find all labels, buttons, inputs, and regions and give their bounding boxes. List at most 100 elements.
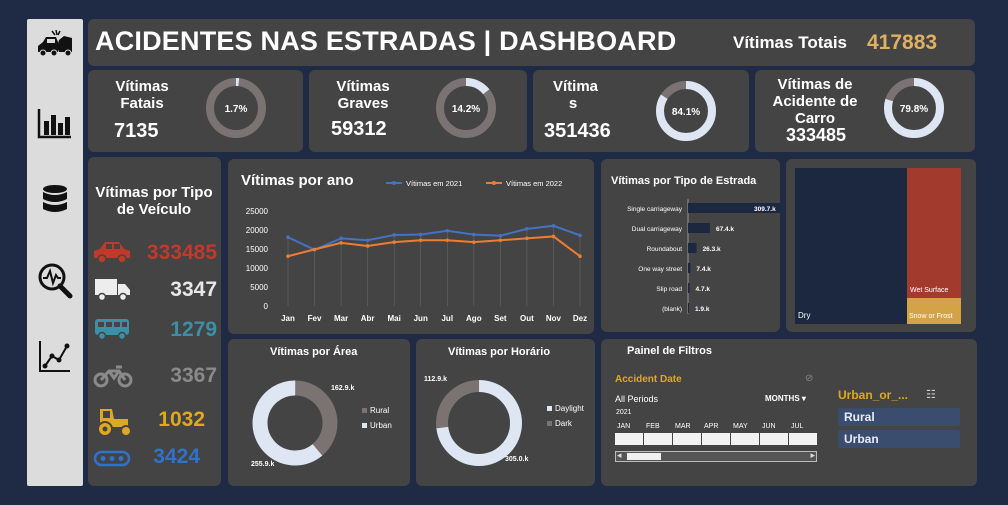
timeline-scrollbar[interactable]: ◂ ▸ — [615, 450, 817, 462]
scroll-left-icon[interactable]: ◂ — [617, 450, 622, 461]
road-type-chart: Vítimas por Tipo de Estrada Single carria… — [611, 175, 780, 314]
legend-label: Dark — [555, 419, 573, 428]
series-line-2 — [287, 235, 581, 258]
road-value-label: 1.9.k — [695, 306, 710, 313]
slicer-title: Urban_or_... — [838, 388, 909, 402]
series-point — [365, 244, 370, 248]
line-chart-icon[interactable] — [35, 336, 75, 376]
kpi-value-fatal: 7135 — [114, 120, 159, 142]
x-tick-label: Ago — [466, 314, 482, 323]
timeline-month-bar[interactable] — [673, 433, 701, 445]
series-point — [418, 232, 423, 237]
x-tick-label: Jul — [441, 314, 453, 323]
donut-value-label: 112.9.k — [424, 376, 447, 383]
road-bar — [688, 223, 710, 233]
series-point — [498, 233, 503, 238]
series-point — [339, 236, 343, 241]
legend-label: Vítimas em 2021 — [406, 179, 462, 188]
legend-label: Urban — [370, 421, 392, 430]
timeline-month-label: FEB — [646, 423, 660, 430]
treemap-snow[interactable]: Snow or Frost — [907, 298, 961, 324]
kpi-percent-car: 79.8% — [900, 104, 928, 115]
legend-swatch — [547, 421, 552, 426]
timeline-month-label: MAR — [675, 423, 691, 430]
kpi-value-minor: 351436 — [544, 120, 611, 142]
road-bar — [688, 283, 690, 293]
database-icon[interactable] — [35, 181, 75, 221]
series-point — [472, 232, 476, 237]
vehicle-value-other: 3424 — [153, 445, 200, 468]
timeline-unit-dropdown[interactable]: MONTHS ▾ — [765, 394, 806, 403]
legend-swatch — [362, 408, 367, 413]
timeline-unit-label: MONTHS — [765, 394, 800, 403]
legend-label: Vítimas em 2022 — [506, 179, 562, 188]
donut-value-label: 305.0.k — [505, 456, 528, 463]
kpi-donut-car: 79.8% — [884, 78, 944, 138]
scrollbar-thumb[interactable] — [627, 453, 661, 460]
timeline-month-bar[interactable] — [760, 433, 788, 445]
kpi-donut-minor: 84.1% — [656, 81, 716, 141]
timeline-month-label: JUN — [762, 423, 776, 430]
series-point — [551, 224, 556, 228]
series-point — [392, 240, 396, 244]
road-category-label: (blank) — [662, 306, 682, 313]
legend-swatch — [547, 406, 552, 411]
road-value-label: 67.4.k — [716, 226, 734, 233]
slicer-item-rural[interactable]: Rural — [838, 408, 960, 426]
kpi-label-fatal: Vítimas Fatais — [115, 78, 169, 112]
series-point — [578, 254, 582, 259]
line-chart: Vítimas por ano 0 5000 10000 15000 20000 25000… — [241, 172, 587, 323]
scroll-right-icon[interactable]: ▸ — [810, 450, 815, 461]
x-tick-label: Nov — [546, 314, 562, 323]
y-tick-label: 0 — [264, 302, 269, 311]
donut-title: Vítimas por Área — [270, 345, 358, 358]
kpi-label-minor: Vítima s — [553, 78, 599, 112]
timeline-clear-filter-icon[interactable]: ⊘ — [805, 373, 813, 384]
vehicle-row-other: 3424 — [92, 442, 217, 472]
series-point — [392, 233, 396, 237]
timeline-month-bar[interactable] — [615, 433, 643, 445]
timeline-month-label: JAN — [617, 423, 631, 430]
road-bar — [688, 243, 697, 253]
y-tick-label: 15000 — [246, 245, 269, 254]
vehicle-row-tractor: 1032 — [92, 405, 217, 437]
treemap-dry[interactable]: Dry — [795, 168, 907, 324]
vehicle-value-bus: 1279 — [170, 318, 217, 341]
slicer-item-urban[interactable]: Urban — [838, 430, 960, 448]
road-value-label: 7.4.k — [696, 266, 711, 273]
vehicle-value-motorcycle: 3367 — [170, 364, 217, 387]
timeline-month-bar[interactable] — [702, 433, 730, 445]
donut-value-label: 255.9.k — [251, 461, 274, 468]
treemap-wet[interactable]: Wet Surface — [907, 168, 961, 298]
timeline-month-bar[interactable] — [789, 433, 817, 445]
x-tick-label: Mar — [334, 314, 348, 323]
bar-chart-icon[interactable] — [35, 103, 75, 143]
y-tick-label: 10000 — [246, 264, 269, 273]
x-tick-label: Dez — [573, 314, 587, 323]
road-value-label: 309.7.k — [754, 206, 776, 213]
timeline-month-label: JUL — [791, 423, 804, 430]
legend-label: Rural — [370, 406, 389, 415]
chevron-down-icon: ▾ — [801, 394, 806, 403]
kpi-percent-fatal: 1.7% — [225, 104, 248, 115]
road-category-label: One way street — [638, 266, 682, 273]
treemap-dry-label: Dry — [798, 311, 811, 320]
analytics-magnifier-icon[interactable] — [35, 260, 75, 300]
x-tick-label: Mai — [388, 314, 401, 323]
page-title: ACIDENTES NAS ESTRADAS | DASHBOARD — [95, 26, 677, 56]
kpi-label-serious: Vítimas Graves — [336, 78, 390, 112]
multi-select-icon[interactable]: ☷ — [926, 388, 936, 401]
series-point — [551, 234, 556, 239]
kpi-value-car: 333485 — [786, 125, 847, 145]
kpi-percent-serious: 14.2% — [452, 104, 480, 115]
vehicle-row-truck: 3347 — [92, 275, 217, 305]
road-chart-title: Vítimas por Tipo de Estrada — [611, 175, 757, 187]
series-point — [286, 254, 290, 259]
timeline-month-bar[interactable] — [731, 433, 759, 445]
series-point — [445, 228, 450, 233]
y-tick-label: 20000 — [246, 226, 269, 235]
car-crash-icon[interactable] — [35, 25, 75, 65]
x-tick-label: Jun — [414, 314, 428, 323]
series-point — [365, 238, 370, 243]
timeline-month-bar[interactable] — [644, 433, 672, 445]
